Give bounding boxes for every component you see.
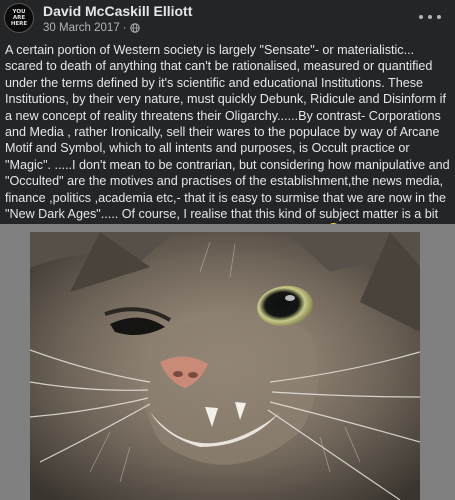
cat-photo[interactable]: [30, 232, 420, 500]
more-options-icon[interactable]: [419, 10, 441, 24]
post-header: YOU ARE HERE David McCaskill Elliott 30 …: [0, 0, 455, 40]
cat-illustration: [30, 232, 420, 500]
avatar[interactable]: YOU ARE HERE: [4, 3, 34, 33]
post-text: A certain portion of Western society is …: [5, 43, 450, 237]
post-photo[interactable]: [0, 224, 455, 500]
post-meta: 30 March 2017 ·: [43, 22, 140, 34]
post-body: A certain portion of Western society is …: [5, 42, 453, 239]
globe-icon[interactable]: [129, 23, 140, 33]
avatar-text-3: HERE: [10, 21, 28, 27]
meta-separator: ·: [122, 22, 127, 34]
author-name[interactable]: David McCaskill Elliott: [43, 3, 192, 19]
post-date[interactable]: 30 March 2017: [43, 22, 120, 34]
